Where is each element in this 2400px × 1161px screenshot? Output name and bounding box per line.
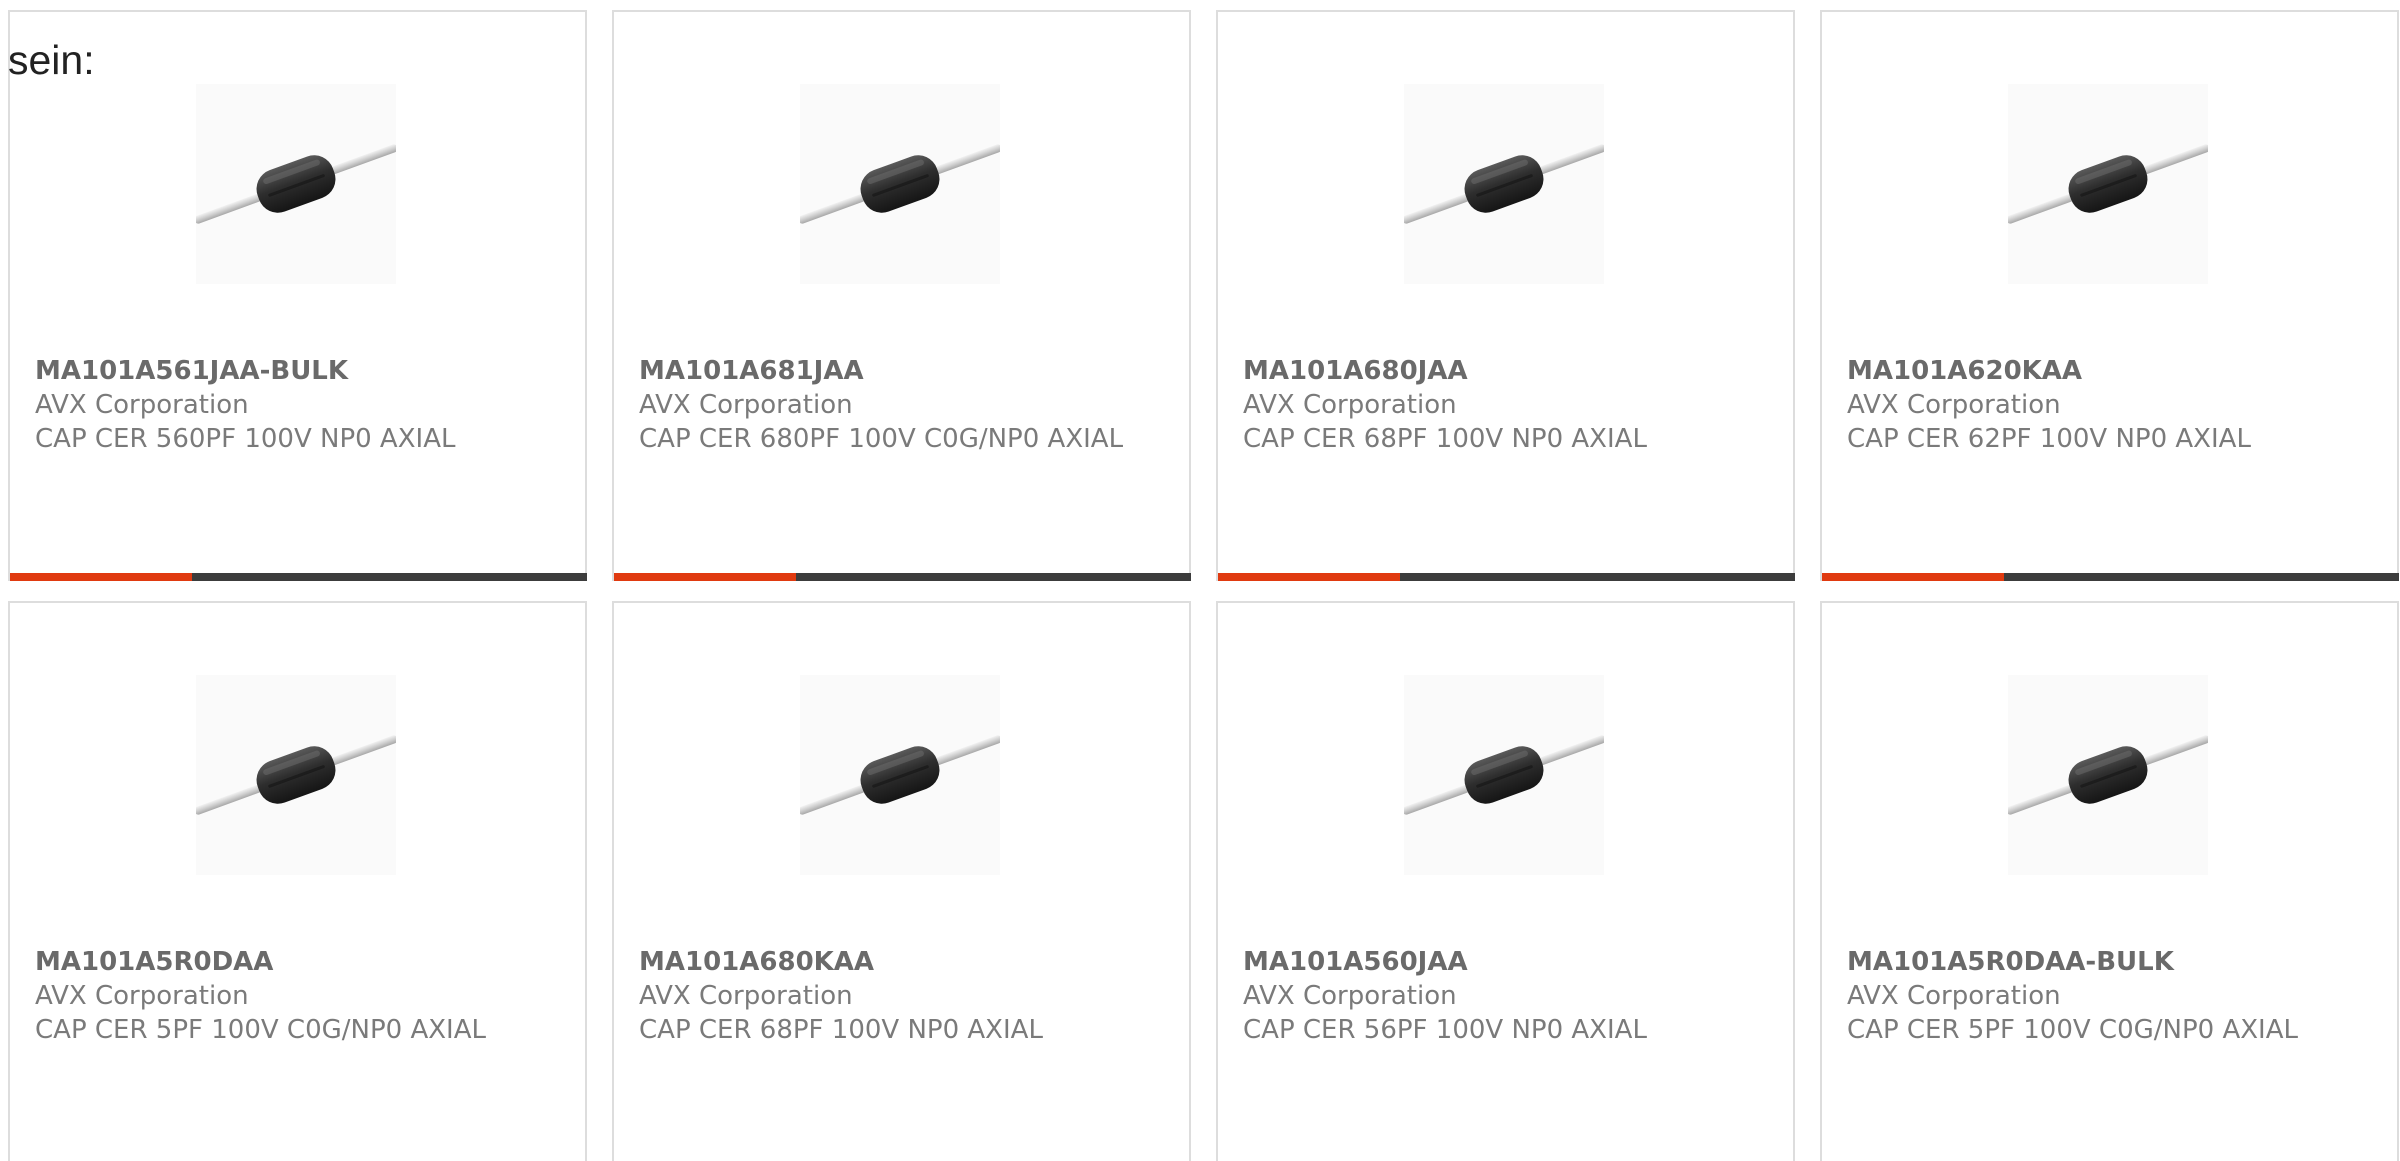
product-image[interactable]: [1404, 84, 1604, 284]
product-image[interactable]: [196, 675, 396, 875]
product-info: MA101A680KAA AVX Corporation CAP CER 68P…: [639, 945, 1139, 1047]
product-info: MA101A620KAA AVX Corporation CAP CER 62P…: [1847, 354, 2347, 456]
description: CAP CER 62PF 100V NP0 AXIAL: [1847, 424, 2251, 454]
description: CAP CER 68PF 100V NP0 AXIAL: [1243, 424, 1647, 454]
product-grid: MA101A561JAA-BULK AVX Corporation CAP CE…: [8, 10, 2399, 1161]
description: CAP CER 5PF 100V C0G/NP0 AXIAL: [35, 1015, 486, 1045]
product-card[interactable]: MA101A560JAA AVX Corporation CAP CER 56P…: [1216, 601, 1795, 1161]
axial-capacitor-icon: [2008, 126, 2208, 242]
product-card[interactable]: MA101A680KAA AVX Corporation CAP CER 68P…: [612, 601, 1191, 1161]
product-info: MA101A560JAA AVX Corporation CAP CER 56P…: [1243, 945, 1743, 1047]
part-number-link[interactable]: MA101A681JAA: [639, 356, 864, 386]
product-info: MA101A561JAA-BULK AVX Corporation CAP CE…: [35, 354, 535, 456]
manufacturer: AVX Corporation: [1847, 981, 2061, 1011]
product-image[interactable]: [196, 84, 396, 284]
part-number-link[interactable]: MA101A5R0DAA-BULK: [1847, 947, 2174, 977]
description: CAP CER 56PF 100V NP0 AXIAL: [1243, 1015, 1647, 1045]
manufacturer: AVX Corporation: [1243, 390, 1457, 420]
description: CAP CER 5PF 100V C0G/NP0 AXIAL: [1847, 1015, 2298, 1045]
product-card[interactable]: MA101A680JAA AVX Corporation CAP CER 68P…: [1216, 10, 1795, 581]
part-number-link[interactable]: MA101A5R0DAA: [35, 947, 273, 977]
card-bottom-bar: [10, 573, 587, 581]
manufacturer: AVX Corporation: [35, 390, 249, 420]
part-number-link[interactable]: MA101A680JAA: [1243, 356, 1468, 386]
manufacturer: AVX Corporation: [639, 390, 853, 420]
manufacturer: AVX Corporation: [1847, 390, 2061, 420]
axial-capacitor-icon: [1404, 717, 1604, 833]
description: CAP CER 68PF 100V NP0 AXIAL: [639, 1015, 1043, 1045]
part-number-link[interactable]: MA101A680KAA: [639, 947, 874, 977]
card-bottom-bar: [1218, 573, 1795, 581]
product-image[interactable]: [800, 675, 1000, 875]
page: sein: MA101A561JAA-BULK AVX Corporation …: [0, 0, 2400, 1161]
axial-capacitor-icon: [196, 717, 396, 833]
description: CAP CER 680PF 100V C0G/NP0 AXIAL: [639, 424, 1124, 454]
part-number-link[interactable]: MA101A620KAA: [1847, 356, 2082, 386]
product-info: MA101A5R0DAA-BULK AVX Corporation CAP CE…: [1847, 945, 2347, 1047]
part-number-link[interactable]: MA101A560JAA: [1243, 947, 1468, 977]
intro-text: sein:: [8, 37, 95, 83]
part-number-link[interactable]: MA101A561JAA-BULK: [35, 356, 348, 386]
product-info: MA101A680JAA AVX Corporation CAP CER 68P…: [1243, 354, 1743, 456]
product-image[interactable]: [2008, 84, 2208, 284]
card-accent-bar: [1822, 573, 2004, 581]
product-card[interactable]: MA101A561JAA-BULK AVX Corporation CAP CE…: [8, 10, 587, 581]
axial-capacitor-icon: [800, 126, 1000, 242]
card-accent-bar: [10, 573, 192, 581]
product-image[interactable]: [1404, 675, 1604, 875]
manufacturer: AVX Corporation: [1243, 981, 1457, 1011]
product-card[interactable]: MA101A5R0DAA AVX Corporation CAP CER 5PF…: [8, 601, 587, 1161]
product-card[interactable]: MA101A620KAA AVX Corporation CAP CER 62P…: [1820, 10, 2399, 581]
axial-capacitor-icon: [196, 126, 396, 242]
description: CAP CER 560PF 100V NP0 AXIAL: [35, 424, 456, 454]
axial-capacitor-icon: [800, 717, 1000, 833]
card-accent-bar: [614, 573, 796, 581]
card-bottom-bar: [1822, 573, 2399, 581]
product-image[interactable]: [800, 84, 1000, 284]
product-card[interactable]: MA101A681JAA AVX Corporation CAP CER 680…: [612, 10, 1191, 581]
manufacturer: AVX Corporation: [639, 981, 853, 1011]
manufacturer: AVX Corporation: [35, 981, 249, 1011]
product-info: MA101A5R0DAA AVX Corporation CAP CER 5PF…: [35, 945, 535, 1047]
product-info: MA101A681JAA AVX Corporation CAP CER 680…: [639, 354, 1139, 456]
axial-capacitor-icon: [2008, 717, 2208, 833]
axial-capacitor-icon: [1404, 126, 1604, 242]
card-accent-bar: [1218, 573, 1400, 581]
product-image[interactable]: [2008, 675, 2208, 875]
card-bottom-bar: [614, 573, 1191, 581]
product-card[interactable]: MA101A5R0DAA-BULK AVX Corporation CAP CE…: [1820, 601, 2399, 1161]
